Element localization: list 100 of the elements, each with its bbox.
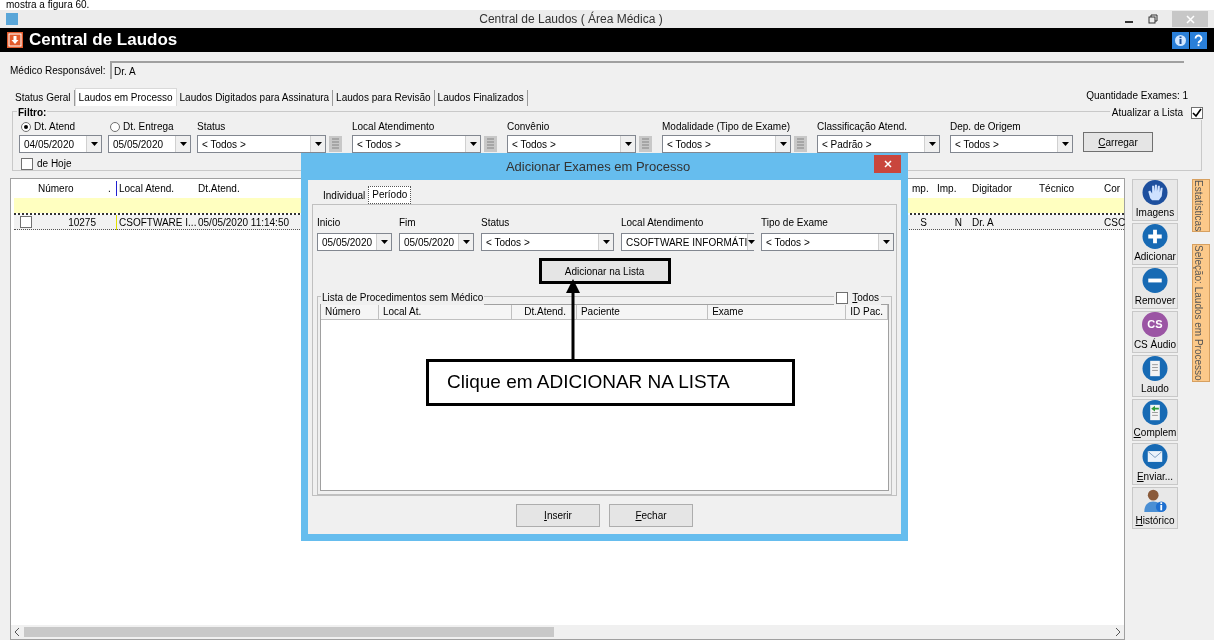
table-cell: Dr. A <box>972 216 994 228</box>
window-title: Central de Laudos ( Área Médica ) <box>478 10 664 28</box>
dropdown[interactable]: < Todos > <box>662 135 791 153</box>
tab[interactable]: Laudos em Processo <box>74 88 177 106</box>
document-caption: mostra a figura 60. <box>6 0 91 10</box>
tab[interactable]: Laudos Finalizados <box>434 90 528 106</box>
tab[interactable]: Laudos Digitados para Assinatura <box>176 90 334 106</box>
column-header[interactable]: Número <box>321 305 379 319</box>
table-cell: 05/05/2020 11:14:50 <box>198 216 289 228</box>
toolbar-button[interactable]: Imagens <box>1132 179 1178 221</box>
column-header[interactable]: Local Atend. <box>116 181 196 196</box>
field-label: Dep. de Origem <box>950 120 1022 133</box>
checkbox[interactable] <box>21 157 33 170</box>
load-button[interactable]: Carregar <box>1083 132 1153 152</box>
caret-icon <box>179 142 187 146</box>
caret-icon <box>469 142 477 146</box>
toolbar-button[interactable]: Complem <box>1132 399 1178 441</box>
toolbar-button[interactable]: Enviar... <box>1132 443 1178 485</box>
close-button[interactable] <box>874 154 901 173</box>
cs-logo-icon: CS <box>1142 312 1168 337</box>
add-to-list-button[interactable]: Adicionar na Lista <box>538 258 671 284</box>
checkbox-label: Todos <box>852 291 879 305</box>
person-info-icon <box>1141 488 1169 513</box>
help-icon[interactable] <box>1190 31 1207 49</box>
dropdown[interactable]: CSOFTWARE INFORMÁTI <box>621 233 754 251</box>
caret-icon <box>1061 142 1069 146</box>
side-tab[interactable]: Estatísticas <box>1192 179 1210 233</box>
dialog-title: Adicionar Exames em Processo <box>504 157 692 176</box>
scroll-left-icon[interactable] <box>14 628 20 636</box>
field-label: Classificação Atend. <box>817 120 909 133</box>
column-header[interactable]: Paciente <box>576 305 709 319</box>
field-label: Tipo de Exame <box>761 216 829 230</box>
dropdown[interactable]: < Padrão > <box>817 135 940 153</box>
table-cell: 10275 <box>68 216 96 228</box>
radio-button[interactable] <box>110 121 120 132</box>
dropdown[interactable]: < Todos > <box>197 135 326 153</box>
caret-icon <box>314 142 322 146</box>
column-header[interactable]: Número <box>36 181 106 196</box>
dropdown[interactable]: 05/05/2020 <box>317 233 392 251</box>
caret-icon <box>748 240 756 244</box>
column-header[interactable]: Local At. <box>378 305 513 319</box>
field-label: Modalidade (Tipo de Exame) <box>662 120 792 133</box>
column-header[interactable]: Exame <box>708 305 847 319</box>
caret-icon <box>462 240 470 244</box>
tab[interactable]: Laudos para Revisão <box>333 90 435 106</box>
column-header[interactable]: mp. <box>910 181 935 196</box>
download-arrow-icon <box>7 32 23 48</box>
caret-icon <box>602 240 610 244</box>
checkbox-label: de Hoje <box>37 157 72 171</box>
checkbox[interactable] <box>836 291 849 304</box>
caret-icon <box>624 142 632 146</box>
column-header[interactable]: Digitador <box>970 181 1037 196</box>
radio-button[interactable] <box>21 121 31 132</box>
checkbox[interactable] <box>20 216 32 228</box>
radio-label: Dt. Entrega <box>123 120 174 134</box>
dropdown[interactable]: 04/05/2020 <box>19 135 102 153</box>
field-label: Médico Responsável: <box>10 63 107 78</box>
dropdown[interactable]: 05/05/2020 <box>108 135 191 153</box>
group-legend: Lista de Procedimentos sem Médico <box>321 290 485 305</box>
toolbar-button[interactable]: Histórico <box>1132 487 1178 529</box>
dropdown[interactable]: < Todos > <box>950 135 1073 153</box>
tab[interactable]: Período <box>368 186 412 204</box>
info-icon[interactable] <box>1172 31 1189 49</box>
column-header[interactable]: ID Pac. <box>846 305 888 319</box>
dropdown[interactable]: < Todos > <box>352 135 481 153</box>
checkbox-label: Atualizar a Lista <box>1111 106 1183 120</box>
scrollbar-thumb[interactable] <box>24 627 554 637</box>
checkbox[interactable] <box>1191 106 1203 119</box>
tab[interactable]: Individual <box>320 188 369 204</box>
field-label: Local Atendimento <box>621 216 705 230</box>
responsible-doctor-field[interactable]: Dr. A <box>110 61 1184 79</box>
dialog-button[interactable]: Inserir <box>516 503 600 527</box>
radio-label: Dt. Atend <box>34 120 76 134</box>
dropdown[interactable]: < Todos > <box>761 233 894 251</box>
toolbar-button[interactable]: Laudo <box>1132 355 1178 397</box>
toolbar-button[interactable]: CS CS Áudio <box>1132 311 1178 353</box>
app-title: Central de Laudos <box>29 29 179 52</box>
hand-icon <box>1142 180 1168 205</box>
dialog-button[interactable]: Fechar <box>609 503 693 527</box>
caret-icon <box>779 142 787 146</box>
caret-icon <box>90 142 98 146</box>
toolbar-button[interactable]: Adicionar <box>1132 223 1178 265</box>
field-label: Status <box>197 120 227 133</box>
dropdown[interactable]: < Todos > <box>507 135 636 153</box>
column-header[interactable]: Técnico <box>1037 181 1102 196</box>
dropdown[interactable]: < Todos > <box>481 233 614 251</box>
minus-icon <box>1142 268 1168 293</box>
dropdown[interactable]: 05/05/2020 <box>399 233 474 251</box>
column-header[interactable]: Cor <box>1102 181 1124 196</box>
field-label: Inicio <box>317 216 342 230</box>
horizontal-scrollbar[interactable] <box>11 625 1124 639</box>
side-tab[interactable]: Seleção: Laudos em Processo <box>1192 244 1210 382</box>
restore-icon[interactable] <box>1148 14 1158 24</box>
toolbar-button[interactable]: Remover <box>1132 267 1178 309</box>
column-header[interactable]: . <box>106 181 116 196</box>
scroll-right-icon[interactable] <box>1115 628 1121 636</box>
caret-icon <box>882 240 890 244</box>
caret-icon <box>928 142 936 146</box>
column-header[interactable]: Dt.Atend. <box>512 305 577 319</box>
column-header[interactable]: Imp. <box>935 181 970 196</box>
